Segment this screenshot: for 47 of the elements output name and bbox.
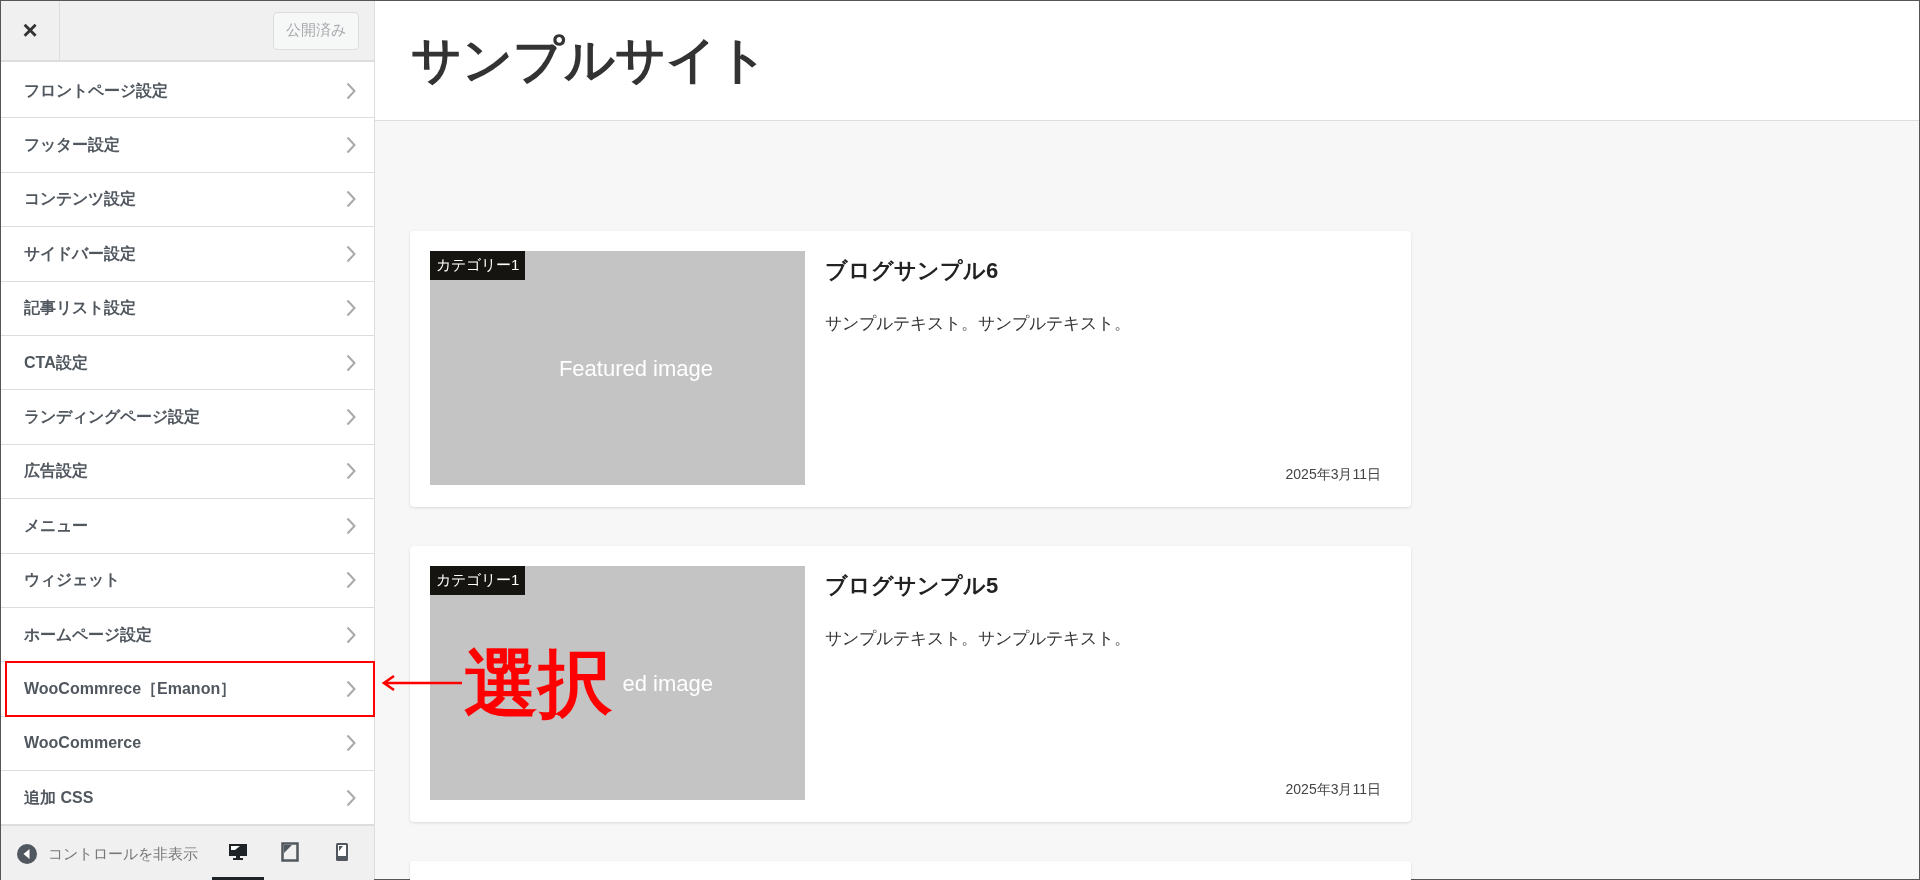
post-card[interactable]: Featured image カテゴリー1 ブログサンプル6 サンプルテキスト。サンプルテキスト。 2025年3月11日: [410, 231, 1411, 507]
chevron-right-icon: [346, 190, 356, 209]
image-caption: Featured image: [558, 354, 713, 383]
menu-item[interactable]: ランディングページ設定: [24, 405, 200, 430]
menu-item[interactable]: フロントページ設定: [24, 78, 168, 103]
post-date: 2025年3月11日: [1285, 465, 1381, 484]
post-title[interactable]: ブログサンプル5: [825, 569, 1381, 602]
chevron-right-icon: [346, 299, 356, 318]
chevron-right-icon: [346, 734, 356, 753]
post-excerpt: サンプルテキスト。サンプルテキスト。: [825, 628, 1132, 650]
post-title[interactable]: ブログサンプル6: [825, 254, 1381, 287]
menu-item[interactable]: ホームページ設定: [24, 622, 152, 647]
chevron-right-icon: [346, 462, 356, 481]
desktop-icon: [228, 842, 248, 861]
close-button[interactable]: ×: [1, 1, 60, 60]
post-excerpt: サンプルテキスト。サンプルテキスト。: [825, 313, 1132, 335]
chevron-right-icon: [346, 136, 356, 155]
annotation-label: 選択: [464, 646, 612, 720]
menu-item[interactable]: ウィジェット: [24, 568, 120, 593]
menu-item[interactable]: 追加 CSS: [24, 785, 94, 810]
chevron-right-icon: [346, 408, 356, 427]
chevron-right-icon: [346, 516, 356, 535]
menu-item[interactable]: 広告設定: [24, 459, 88, 484]
hide-controls-label[interactable]: コントロールを非表示: [48, 842, 212, 866]
menu-item[interactable]: フッター設定: [24, 133, 120, 158]
mobile-icon: [335, 841, 349, 862]
collapse-icon[interactable]: [17, 843, 37, 864]
menu-item[interactable]: CTA設定: [24, 350, 88, 375]
chevron-right-icon: [346, 244, 356, 263]
chevron-right-icon: [346, 81, 356, 100]
menu-item[interactable]: サイドバー設定: [24, 241, 136, 266]
site-title: サンプルサイト: [411, 31, 768, 90]
category-label[interactable]: カテゴリー1: [430, 251, 526, 280]
tablet-icon: [281, 841, 299, 862]
menu-item[interactable]: 記事リスト設定: [24, 296, 136, 321]
chevron-right-icon: [346, 571, 356, 590]
chevron-right-icon: [346, 625, 356, 644]
chevron-right-icon: [346, 353, 356, 372]
chevron-right-icon: [346, 788, 356, 807]
chevron-right-icon: [346, 680, 356, 698]
category-label[interactable]: カテゴリー1: [430, 566, 526, 595]
menu-item[interactable]: コンテンツ設定: [24, 187, 136, 212]
menu-item[interactable]: WooCommrece［Emanon］: [24, 677, 237, 701]
menu-item[interactable]: WooCommerce: [24, 731, 142, 756]
image-caption: ed image: [622, 669, 713, 698]
menu-item[interactable]: メニュー: [24, 513, 88, 538]
post-date: 2025年3月11日: [1285, 780, 1381, 799]
